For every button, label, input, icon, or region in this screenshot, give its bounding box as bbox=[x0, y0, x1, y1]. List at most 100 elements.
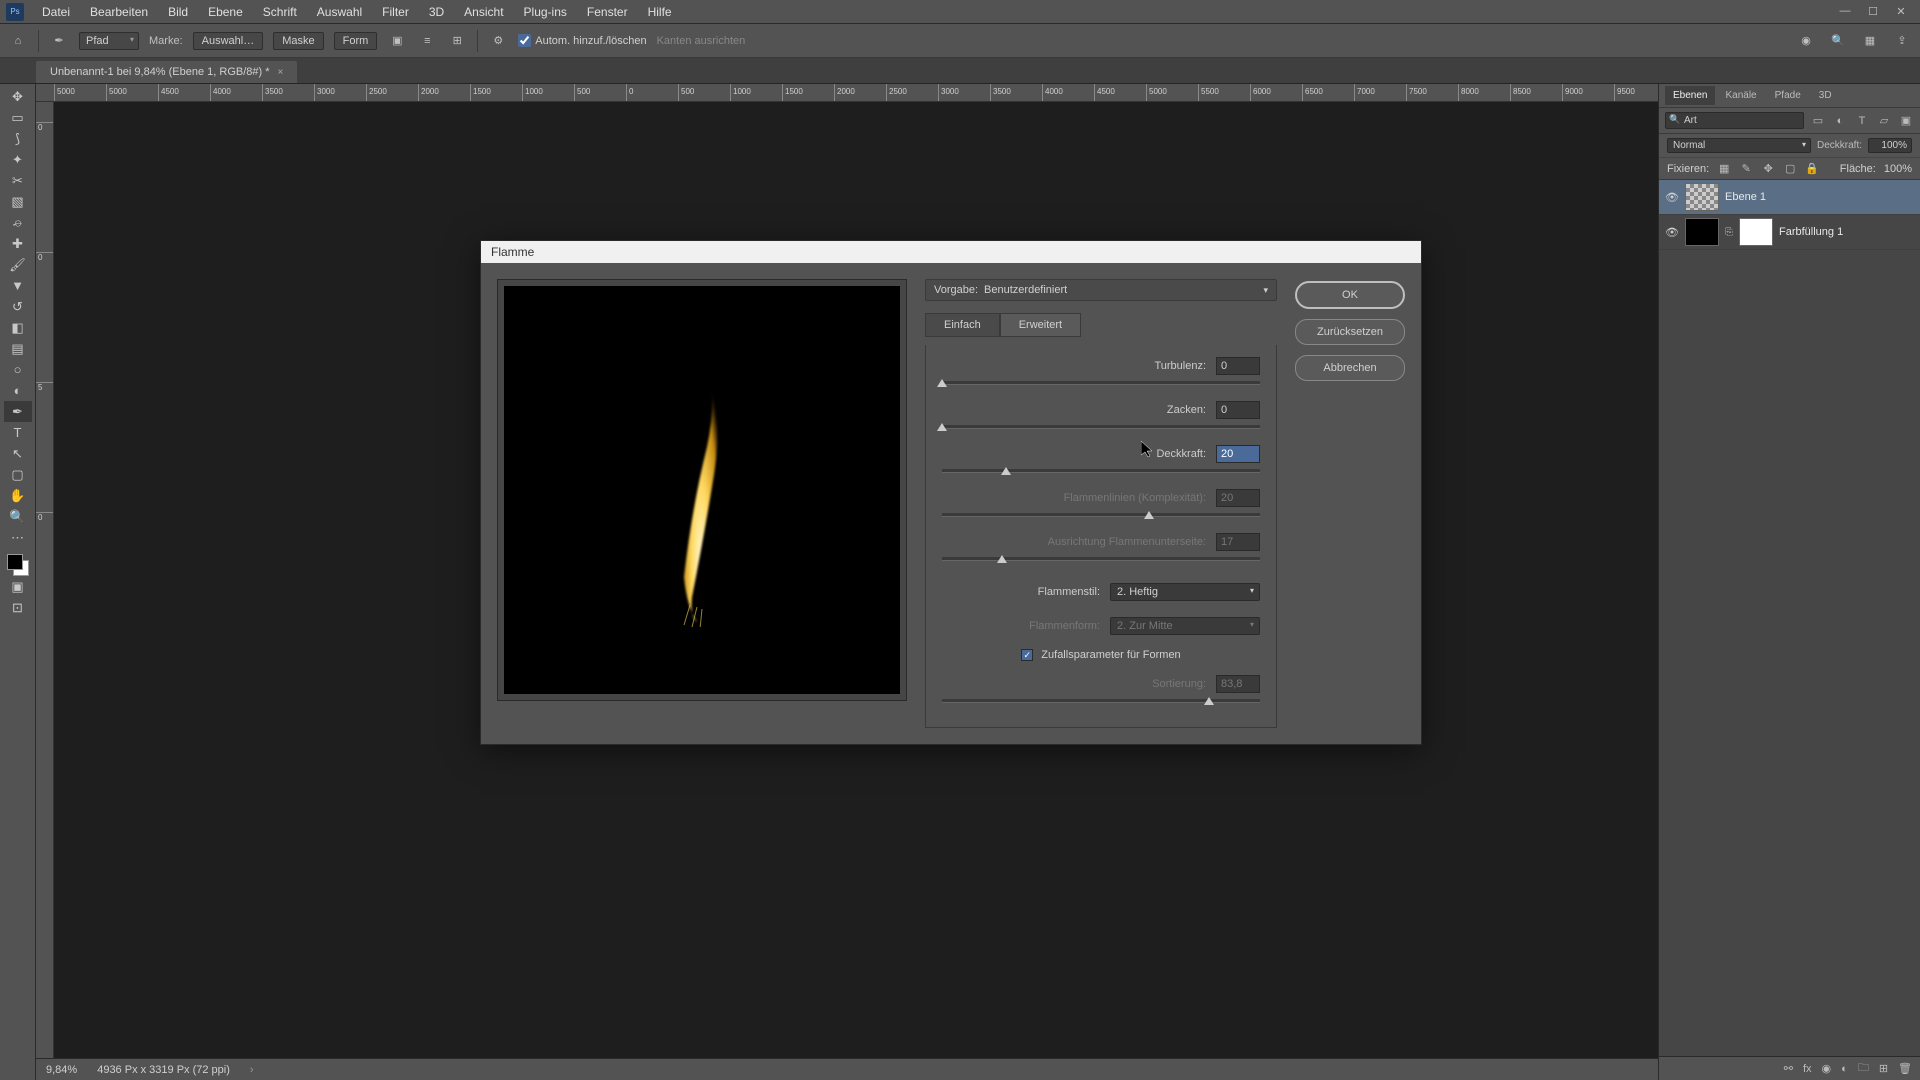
filter-shape-icon[interactable]: ▱ bbox=[1876, 113, 1892, 129]
fx-icon[interactable]: fx bbox=[1803, 1063, 1812, 1075]
lock-brush-icon[interactable]: ✎ bbox=[1739, 162, 1753, 175]
stamp-tool[interactable]: ▼ bbox=[4, 275, 32, 296]
blur-tool[interactable]: ○ bbox=[4, 359, 32, 380]
share-icon[interactable]: ⇪ bbox=[1892, 31, 1912, 51]
menu-ansicht[interactable]: Ansicht bbox=[454, 1, 513, 23]
quickmask-tool[interactable]: ▣ bbox=[4, 576, 32, 597]
gear-icon[interactable]: ⚙ bbox=[488, 31, 508, 51]
path-mode-select[interactable]: Pfad bbox=[79, 32, 139, 50]
zoom-level[interactable]: 9,84% bbox=[46, 1064, 77, 1076]
tab-einfach[interactable]: Einfach bbox=[925, 313, 1000, 337]
lasso-tool[interactable]: ⟆ bbox=[4, 128, 32, 149]
menu-3d[interactable]: 3D bbox=[419, 1, 454, 23]
minimize-icon[interactable]: — bbox=[1838, 5, 1852, 18]
panel-tab-3d[interactable]: 3D bbox=[1811, 86, 1840, 105]
align-icon[interactable]: ≡ bbox=[417, 31, 437, 51]
menu-plugins[interactable]: Plug-ins bbox=[514, 1, 577, 23]
layer-thumbnail[interactable] bbox=[1685, 183, 1719, 211]
ok-button[interactable]: OK bbox=[1295, 281, 1405, 309]
path-select-tool[interactable]: ↖ bbox=[4, 443, 32, 464]
status-arrow-icon[interactable]: › bbox=[250, 1064, 254, 1076]
lock-artboard-icon[interactable]: ▢ bbox=[1783, 162, 1797, 175]
filter-adjust-icon[interactable]: ◐ bbox=[1832, 113, 1848, 129]
search-icon[interactable]: 🔍 bbox=[1828, 31, 1848, 51]
eyedropper-tool[interactable]: ⌮ bbox=[4, 212, 32, 233]
menu-schrift[interactable]: Schrift bbox=[253, 1, 307, 23]
preset-select[interactable]: Vorgabe: Benutzerdefiniert bbox=[925, 279, 1277, 301]
pen-tool-icon[interactable]: ✒ bbox=[49, 31, 69, 51]
screenmode-tool[interactable]: ⊡ bbox=[4, 597, 32, 618]
brush-tool[interactable]: 🖌 bbox=[4, 254, 32, 275]
menu-bearbeiten[interactable]: Bearbeiten bbox=[80, 1, 158, 23]
tab-close-icon[interactable]: × bbox=[278, 67, 284, 78]
lock-pixels-icon[interactable]: ▦ bbox=[1717, 162, 1731, 175]
wand-tool[interactable]: ✦ bbox=[4, 149, 32, 170]
panel-tab-pfade[interactable]: Pfade bbox=[1767, 86, 1809, 105]
layer-thumbnail[interactable] bbox=[1685, 218, 1719, 246]
panel-tab-ebenen[interactable]: Ebenen bbox=[1665, 86, 1715, 105]
path-op-icon[interactable]: ▣ bbox=[387, 31, 407, 51]
hand-tool[interactable]: ✋ bbox=[4, 485, 32, 506]
layer-name[interactable]: Ebene 1 bbox=[1725, 191, 1766, 203]
turbulenz-input[interactable]: 0 bbox=[1216, 357, 1260, 375]
document-tab[interactable]: Unbenannt-1 bei 9,84% (Ebene 1, RGB/8#) … bbox=[36, 61, 297, 83]
cloud-icon[interactable]: ◉ bbox=[1796, 31, 1816, 51]
menu-datei[interactable]: Datei bbox=[32, 1, 80, 23]
lock-all-icon[interactable]: 🔒 bbox=[1805, 162, 1819, 175]
layer-row[interactable]: 👁 ⎘ Farbfüllung 1 bbox=[1659, 215, 1920, 250]
history-brush-tool[interactable]: ↺ bbox=[4, 296, 32, 317]
reset-button[interactable]: Zurücksetzen bbox=[1295, 319, 1405, 345]
layer-row[interactable]: 👁 Ebene 1 bbox=[1659, 180, 1920, 215]
frame-tool[interactable]: ▧ bbox=[4, 191, 32, 212]
blend-mode-select[interactable]: Normal bbox=[1667, 138, 1811, 153]
zacken-input[interactable]: 0 bbox=[1216, 401, 1260, 419]
opacity-value[interactable]: 100% bbox=[1868, 138, 1912, 153]
flammenstil-select[interactable]: 2. Heftig bbox=[1110, 583, 1260, 601]
workspace-icon[interactable]: ▦ bbox=[1860, 31, 1880, 51]
link-icon[interactable]: ⎘ bbox=[1725, 227, 1733, 238]
menu-auswahl[interactable]: Auswahl bbox=[307, 1, 372, 23]
fill-value[interactable]: 100% bbox=[1884, 163, 1912, 175]
delete-icon[interactable]: 🗑 bbox=[1898, 1062, 1912, 1075]
filter-smart-icon[interactable]: ▣ bbox=[1898, 113, 1914, 129]
maske-button[interactable]: Maske bbox=[273, 32, 323, 50]
type-tool[interactable]: T bbox=[4, 422, 32, 443]
layer-filter-select[interactable]: Art bbox=[1665, 112, 1804, 129]
panel-tab-kanaele[interactable]: Kanäle bbox=[1717, 86, 1764, 105]
menu-ebene[interactable]: Ebene bbox=[198, 1, 253, 23]
link-layers-icon[interactable]: ⚯ bbox=[1784, 1062, 1793, 1075]
dodge-tool[interactable]: ◐ bbox=[4, 380, 32, 401]
dialog-title[interactable]: Flamme bbox=[481, 241, 1421, 263]
edit-toolbar[interactable]: ⋯ bbox=[4, 527, 32, 548]
zufall-checkbox[interactable]: ✓ bbox=[1021, 649, 1033, 661]
maximize-icon[interactable]: ☐ bbox=[1866, 5, 1880, 18]
marquee-tool[interactable]: ▭ bbox=[4, 107, 32, 128]
visibility-icon[interactable]: 👁 bbox=[1665, 191, 1679, 204]
gradient-tool[interactable]: ▤ bbox=[4, 338, 32, 359]
lock-position-icon[interactable]: ✥ bbox=[1761, 162, 1775, 175]
auswahl-button[interactable]: Auswahl… bbox=[193, 32, 264, 50]
mask-icon[interactable]: ◉ bbox=[1822, 1062, 1832, 1075]
auto-add-checkbox[interactable]: Autom. hinzuf./löschen bbox=[518, 34, 646, 47]
eraser-tool[interactable]: ◧ bbox=[4, 317, 32, 338]
tab-erweitert[interactable]: Erweitert bbox=[1000, 313, 1081, 337]
move-tool[interactable]: ✥ bbox=[4, 86, 32, 107]
crop-tool[interactable]: ✂ bbox=[4, 170, 32, 191]
adjustment-icon[interactable]: ◐ bbox=[1841, 1063, 1848, 1075]
close-icon[interactable]: ✕ bbox=[1894, 5, 1908, 18]
group-icon[interactable]: 🗀 bbox=[1858, 1059, 1869, 1078]
menu-hilfe[interactable]: Hilfe bbox=[638, 1, 682, 23]
filter-type-icon[interactable]: T bbox=[1854, 113, 1870, 129]
filter-image-icon[interactable]: ▭ bbox=[1810, 113, 1826, 129]
form-button[interactable]: Form bbox=[334, 32, 378, 50]
menu-filter[interactable]: Filter bbox=[372, 1, 419, 23]
zacken-slider[interactable] bbox=[942, 425, 1260, 429]
arrange-icon[interactable]: ⊞ bbox=[447, 31, 467, 51]
heal-tool[interactable]: ✚ bbox=[4, 233, 32, 254]
visibility-icon[interactable]: 👁 bbox=[1665, 226, 1679, 239]
pen-tool[interactable]: ✒ bbox=[4, 401, 32, 422]
shape-tool[interactable]: ▢ bbox=[4, 464, 32, 485]
layer-name[interactable]: Farbfüllung 1 bbox=[1779, 226, 1843, 238]
color-swatch[interactable] bbox=[7, 554, 29, 576]
deckkraft-slider[interactable] bbox=[942, 469, 1260, 473]
